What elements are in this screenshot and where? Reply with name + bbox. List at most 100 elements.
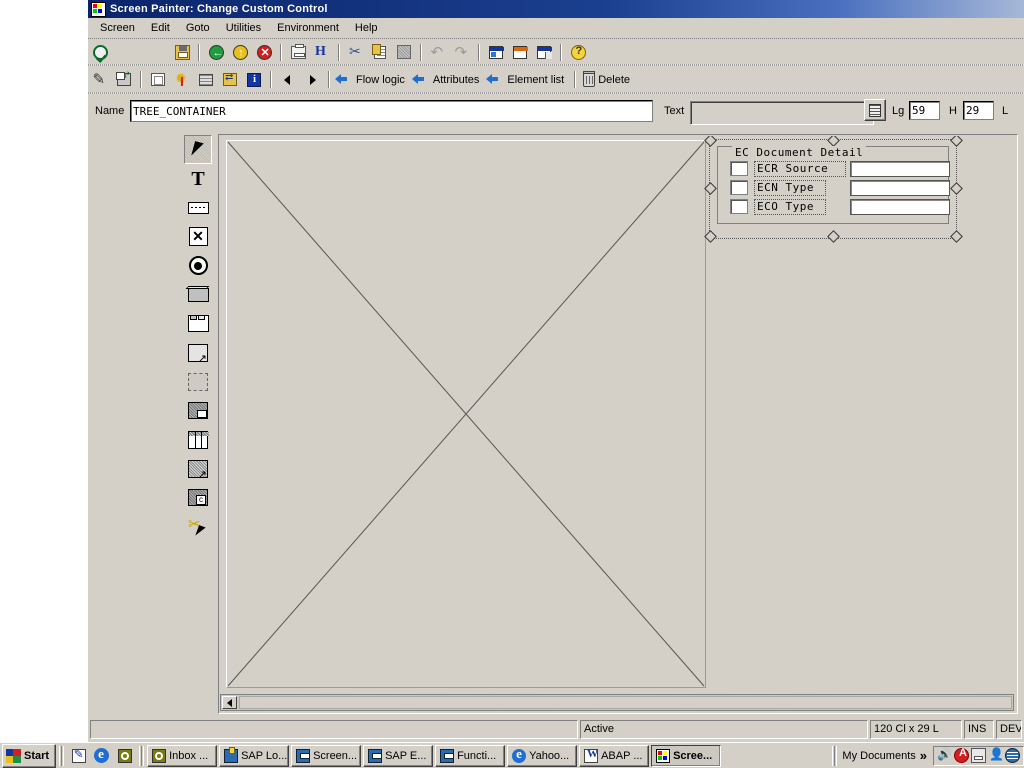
undo-button[interactable] bbox=[427, 42, 449, 63]
attributes-button[interactable]: Attributes bbox=[411, 69, 484, 90]
menu-item-utilities[interactable]: Utilities bbox=[218, 20, 269, 36]
radio-button-tool[interactable] bbox=[184, 251, 212, 280]
wizard-button[interactable] bbox=[171, 69, 193, 90]
table-control-tool[interactable] bbox=[184, 425, 212, 454]
checkbox-tool[interactable]: ✕ bbox=[184, 222, 212, 251]
save-button[interactable] bbox=[171, 42, 193, 63]
find-button[interactable] bbox=[311, 42, 333, 63]
input-output-field-tool[interactable] bbox=[184, 193, 212, 222]
scroll-left-button[interactable] bbox=[222, 696, 237, 709]
back-button[interactable]: ← bbox=[205, 42, 227, 63]
menu-item-screen[interactable]: Screen bbox=[92, 20, 143, 36]
my-documents-toolbar[interactable]: My Documents » bbox=[840, 748, 933, 763]
paste-button[interactable] bbox=[393, 42, 415, 63]
fullscreen-window-button[interactable] bbox=[533, 42, 555, 63]
row-field-ecr-source[interactable] bbox=[850, 161, 950, 177]
system-tray bbox=[933, 745, 1024, 766]
status-icon-tool[interactable] bbox=[184, 396, 212, 425]
screen-canvas[interactable]: EC Document Detail ECR Source ECN Type E… bbox=[220, 136, 1016, 692]
next-button[interactable] bbox=[301, 69, 323, 90]
name-input[interactable] bbox=[130, 100, 653, 122]
task-button-sap-easy-access[interactable]: SAP E... bbox=[363, 744, 434, 767]
task-button-function[interactable]: Functi... bbox=[435, 744, 506, 767]
task-button-screen-painter[interactable]: Scree... bbox=[651, 744, 722, 767]
text-field-tool[interactable]: T bbox=[184, 164, 212, 193]
tabstrip-tool[interactable] bbox=[184, 309, 212, 338]
task-button-screen[interactable]: Screen... bbox=[291, 744, 362, 767]
task-button-yahoo[interactable]: Yahoo... bbox=[507, 744, 578, 767]
box-tool[interactable] bbox=[184, 367, 212, 396]
menu-item-environment[interactable]: Environment bbox=[269, 20, 347, 36]
copy-button[interactable] bbox=[369, 42, 391, 63]
element-list-button[interactable]: Element list bbox=[486, 69, 569, 90]
text-input[interactable] bbox=[690, 101, 874, 125]
cut-button[interactable] bbox=[345, 42, 367, 63]
menu-item-help[interactable]: Help bbox=[347, 20, 386, 36]
tray-ati-icon[interactable] bbox=[954, 747, 969, 763]
redo-button[interactable] bbox=[451, 42, 473, 63]
pencil-icon bbox=[93, 70, 108, 88]
subscreen-tool[interactable] bbox=[184, 338, 212, 367]
tray-user-icon[interactable] bbox=[988, 747, 1004, 763]
toolbar-grip[interactable] bbox=[139, 745, 145, 766]
task-button-sap-logon[interactable]: SAP Lo... bbox=[219, 744, 290, 767]
layout-window-button[interactable] bbox=[485, 42, 507, 63]
task-label: SAP E... bbox=[385, 749, 427, 762]
pushbutton-tool[interactable] bbox=[184, 280, 212, 309]
length-input[interactable] bbox=[909, 101, 940, 120]
scrollbar-track[interactable] bbox=[239, 696, 1012, 709]
cancel-button[interactable]: ✕ bbox=[253, 42, 275, 63]
toolbar-grip[interactable] bbox=[59, 745, 65, 766]
container-tool[interactable] bbox=[184, 483, 212, 512]
previous-button[interactable] bbox=[277, 69, 299, 90]
toolbar-separator bbox=[328, 71, 330, 88]
menu-item-edit[interactable]: Edit bbox=[143, 20, 178, 36]
row-checkbox-eco-type[interactable] bbox=[730, 199, 748, 214]
edit-pencil-button[interactable] bbox=[89, 69, 111, 90]
generate-button[interactable] bbox=[147, 69, 169, 90]
tray-printer-icon[interactable] bbox=[971, 748, 986, 763]
row-label-ecr-source[interactable]: ECR Source bbox=[754, 161, 846, 177]
lines-label: L bbox=[1002, 105, 1009, 117]
tray-network-icon[interactable] bbox=[1005, 748, 1020, 763]
row-label-eco-type[interactable]: ECO Type bbox=[754, 199, 826, 215]
exit-button[interactable]: ↑ bbox=[229, 42, 251, 63]
quicklaunch-lotus[interactable] bbox=[114, 745, 135, 766]
enter-check-button[interactable] bbox=[89, 42, 111, 63]
drag-drop-tool[interactable] bbox=[184, 512, 212, 541]
row-checkbox-ecn-type[interactable] bbox=[730, 180, 748, 195]
quicklaunch-notes[interactable] bbox=[68, 745, 89, 766]
tray-volume-icon[interactable] bbox=[937, 747, 952, 763]
start-button[interactable]: Start bbox=[2, 743, 57, 768]
task-button-abap[interactable]: ABAP ... bbox=[579, 744, 650, 767]
pointer-tool[interactable] bbox=[184, 135, 212, 164]
attributes-window-button[interactable] bbox=[509, 42, 531, 63]
windows-flag-icon bbox=[6, 748, 21, 763]
menu-item-goto[interactable]: Goto bbox=[178, 20, 218, 36]
help-button[interactable] bbox=[567, 42, 589, 63]
custom-control-placeholder[interactable] bbox=[226, 140, 706, 688]
ec-document-detail-group[interactable]: EC Document Detail ECR Source ECN Type E… bbox=[704, 136, 963, 243]
task-list: Inbox ... SAP Lo... Screen... SAP E... F… bbox=[147, 744, 829, 767]
row-checkbox-ecr-source[interactable] bbox=[730, 161, 748, 176]
flow-logic-button[interactable]: Flow logic bbox=[335, 69, 410, 90]
tool-palette: T ✕ bbox=[184, 135, 214, 543]
info-button[interactable] bbox=[243, 69, 265, 90]
screen-button[interactable] bbox=[195, 69, 217, 90]
toolbar-grip[interactable] bbox=[832, 745, 838, 766]
row-label-ecn-type[interactable]: ECN Type bbox=[754, 180, 826, 196]
canvas-horizontal-scrollbar[interactable] bbox=[220, 694, 1014, 711]
dictionary-button[interactable] bbox=[864, 99, 886, 121]
quicklaunch-ie[interactable] bbox=[91, 745, 112, 766]
print-button[interactable] bbox=[287, 42, 309, 63]
custom-control-tool[interactable] bbox=[184, 454, 212, 483]
chevron-right-icon[interactable]: » bbox=[920, 748, 927, 763]
row-field-eco-type[interactable] bbox=[850, 199, 950, 215]
task-button-inbox[interactable]: Inbox ... bbox=[147, 744, 218, 767]
delete-button[interactable]: Delete bbox=[581, 69, 635, 90]
row-field-ecn-type[interactable] bbox=[850, 180, 950, 196]
window-blue-icon bbox=[489, 45, 504, 59]
reposition-button[interactable] bbox=[219, 69, 241, 90]
height-input[interactable] bbox=[963, 101, 994, 120]
new-window-button[interactable] bbox=[113, 69, 135, 90]
